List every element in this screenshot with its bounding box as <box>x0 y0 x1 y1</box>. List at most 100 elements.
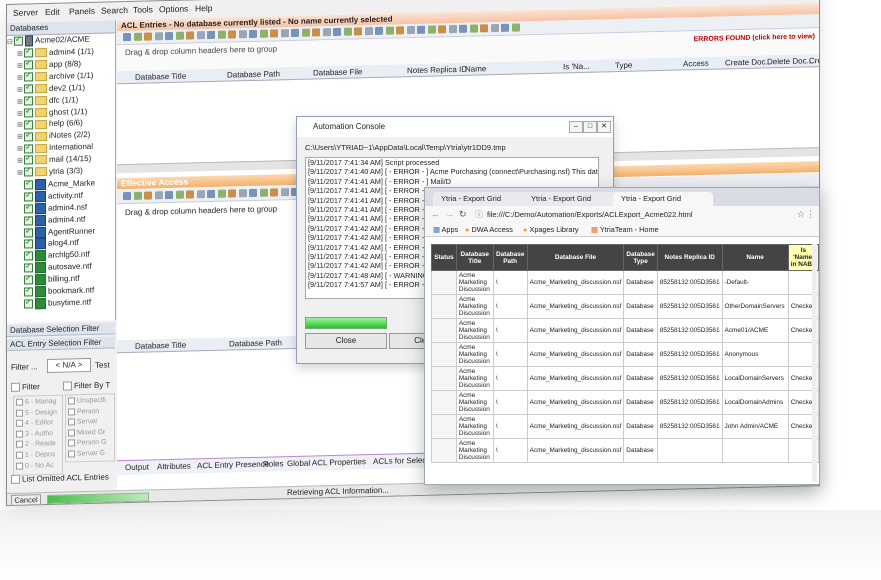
toolbar-icon[interactable] <box>322 28 331 37</box>
toolbar-icon[interactable] <box>438 25 446 34</box>
filter-option[interactable]: 4 - Editor <box>16 419 53 427</box>
toolbar-icon[interactable] <box>469 24 478 33</box>
acl-column-header[interactable]: Is 'Na... <box>563 62 590 72</box>
toolbar-icon[interactable] <box>238 189 247 198</box>
toolbar-icon[interactable] <box>196 31 205 40</box>
toolbar-icon[interactable] <box>259 188 268 197</box>
menu-icon[interactable]: ⋮ <box>806 209 815 220</box>
checkbox[interactable] <box>24 251 33 261</box>
back-icon[interactable]: ← <box>431 209 440 219</box>
grid-column-header[interactable]: Database Path <box>492 244 528 271</box>
toolbar-icon[interactable] <box>196 190 205 199</box>
toolbar-icon[interactable] <box>165 190 173 200</box>
toolbar-icon[interactable] <box>259 29 268 38</box>
star-icon[interactable]: ☆ <box>797 209 805 220</box>
toolbar-icon[interactable] <box>133 32 142 41</box>
toolbar-icon[interactable] <box>511 23 520 32</box>
menu-options[interactable]: Options <box>159 4 188 15</box>
acl-column-header[interactable]: Notes Replica ID <box>407 65 467 75</box>
filter-value-field[interactable]: < N/A > <box>47 357 91 373</box>
browser-tab-active[interactable]: Ytria - Export Grid <box>613 192 713 206</box>
col-database-title[interactable]: Database Title <box>135 341 186 351</box>
url-field[interactable]: file:///C:/Demo/Automation/Exports/ACLEx… <box>487 210 693 219</box>
toolbar-icon[interactable] <box>123 191 131 201</box>
checkbox[interactable] <box>24 192 33 202</box>
acl-column-header[interactable]: Create <box>809 56 820 66</box>
filter-by-type-checkbox[interactable]: Filter By T <box>63 380 110 391</box>
browser-tab[interactable]: Ytria - Export Grid <box>523 192 617 206</box>
acl-column-header[interactable]: Database Path <box>227 69 280 79</box>
toolbar-icon[interactable] <box>144 32 152 41</box>
acl-column-header[interactable]: Type <box>615 61 632 70</box>
toolbar-icon[interactable] <box>154 191 163 200</box>
browser-scrollbar[interactable] <box>812 244 817 482</box>
toolbar-icon[interactable] <box>186 31 194 40</box>
checkbox[interactable] <box>24 167 33 177</box>
checkbox[interactable] <box>24 299 33 309</box>
close-button[interactable]: Close <box>305 333 387 349</box>
toolbar-icon[interactable] <box>217 189 226 198</box>
toolbar-icon[interactable] <box>396 26 404 35</box>
bookmark-xpages[interactable]: ● Xpages Library <box>523 225 579 234</box>
checkbox[interactable] <box>24 132 33 142</box>
acl-entry-filter-title[interactable]: ACL Entry Selection Filter <box>7 336 115 351</box>
filter-option[interactable]: Server <box>68 418 98 426</box>
tab-attributes[interactable]: Attributes <box>157 461 191 471</box>
toolbar-icon[interactable] <box>301 28 310 37</box>
toolbar-icon[interactable] <box>417 25 425 34</box>
checkbox[interactable] <box>24 204 33 214</box>
tab-acl-entry-presence[interactable]: ACL Entry Presence <box>197 460 269 471</box>
toolbar-icon[interactable] <box>175 190 184 199</box>
tab-roles[interactable]: Roles <box>263 459 283 468</box>
grid-column-header[interactable]: Name <box>721 244 789 271</box>
tree-item[interactable]: busytime.ntf <box>7 296 115 311</box>
checkbox[interactable] <box>24 108 33 118</box>
filter-checkbox[interactable]: Filter <box>11 382 40 393</box>
toolbar-icon[interactable] <box>406 26 415 35</box>
menu-help[interactable]: Help <box>195 3 212 13</box>
menu-search[interactable]: Search <box>101 5 128 16</box>
acl-column-header[interactable]: Create Doc... <box>725 57 772 67</box>
filter-option[interactable]: 3 - Autho <box>16 430 53 438</box>
checkbox[interactable] <box>24 155 33 166</box>
toolbar-icon[interactable] <box>207 30 215 40</box>
toolbar-icon[interactable] <box>249 188 257 198</box>
bookmark-dwa[interactable]: ● DWA Access <box>465 225 513 234</box>
toolbar-icon[interactable] <box>427 25 436 34</box>
grid-column-header[interactable]: Database Title <box>455 244 494 271</box>
toolbar-icon[interactable] <box>207 189 215 199</box>
acl-column-header[interactable]: Delete Doc... <box>767 56 813 66</box>
toolbar-icon[interactable] <box>375 26 383 35</box>
checkbox[interactable] <box>24 227 33 238</box>
checkbox[interactable] <box>24 96 33 106</box>
grid-column-header[interactable]: Database Type <box>623 244 658 271</box>
toolbar-icon[interactable] <box>270 188 278 197</box>
filter-option[interactable]: Mixed Gr <box>68 428 105 436</box>
filter-option[interactable]: 6 - Manag <box>16 398 57 406</box>
toolbar-icon[interactable] <box>123 32 131 42</box>
cancel-button[interactable]: Cancel <box>11 494 41 506</box>
filter-option[interactable]: Person <box>68 407 99 415</box>
filter-option[interactable]: Unspecifi <box>68 397 106 405</box>
toolbar-icon[interactable] <box>364 27 373 36</box>
menu-edit[interactable]: Edit <box>45 7 60 17</box>
col-database-path[interactable]: Database Path <box>229 338 282 348</box>
toolbar-icon[interactable] <box>333 27 341 37</box>
errors-found-link[interactable]: ERRORS FOUND (click here to view) <box>694 32 815 44</box>
toolbar-icon[interactable] <box>154 32 163 41</box>
checkbox[interactable] <box>24 287 33 297</box>
checkbox[interactable] <box>24 180 33 190</box>
reload-icon[interactable]: ↻ <box>459 209 467 220</box>
filter-option[interactable]: 1 - Depos <box>16 451 55 459</box>
grid-column-header[interactable]: Database File <box>526 244 625 271</box>
checkbox[interactable] <box>24 72 33 82</box>
filter-option[interactable]: 2 - Reade <box>16 440 56 448</box>
minimize-button[interactable]: – <box>569 121 583 133</box>
toolbar-icon[interactable] <box>291 28 299 38</box>
forward-icon[interactable]: → <box>445 209 454 219</box>
tab-global-acl-properties[interactable]: Global ACL Properties <box>287 457 366 468</box>
toolbar-icon[interactable] <box>480 24 488 33</box>
toolbar-icon[interactable] <box>238 30 247 39</box>
checkbox[interactable] <box>24 263 33 273</box>
toolbar-icon[interactable] <box>228 30 236 39</box>
